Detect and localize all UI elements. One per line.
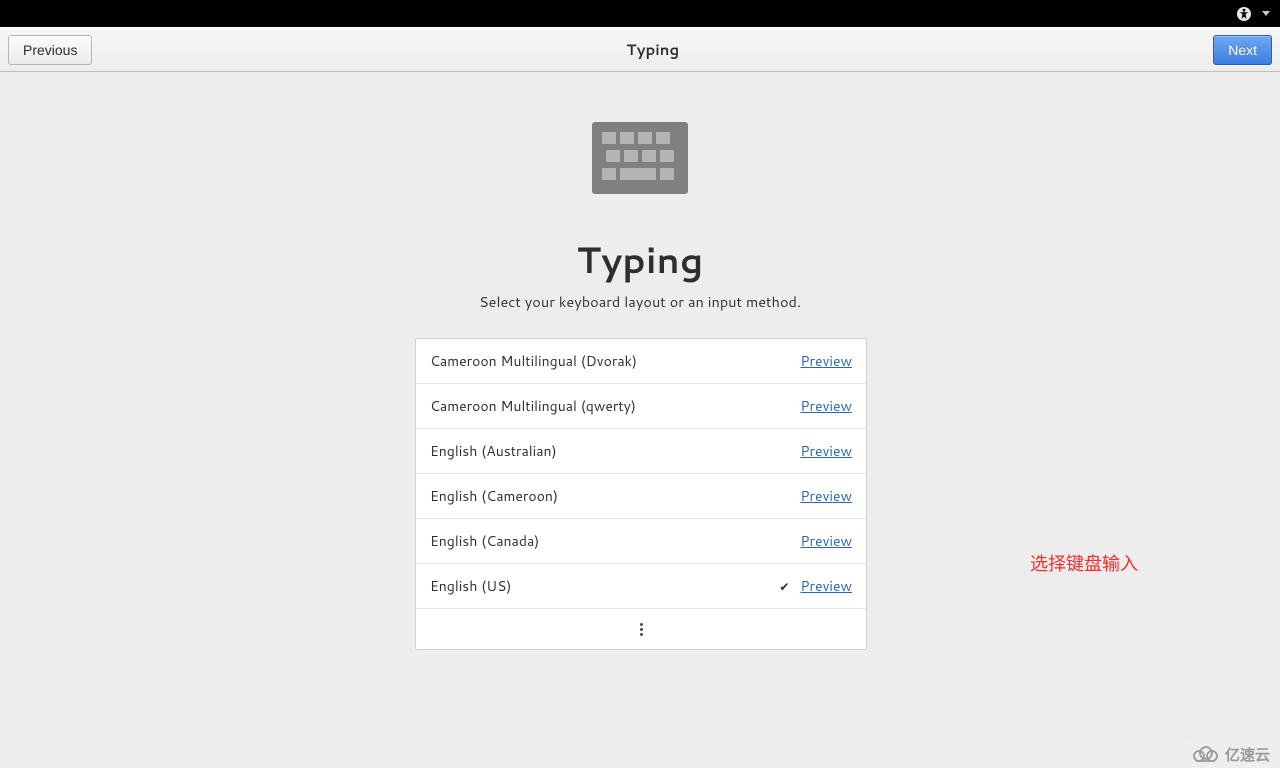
keyboard-layout-list: Cameroon Multilingual (Dvorak)PreviewCam… <box>415 338 867 650</box>
preview-link[interactable]: Preview <box>800 486 852 506</box>
layout-row[interactable]: Cameroon Multilingual (Dvorak) Preview <box>416 339 866 384</box>
layout-row[interactable]: English (Canada) Preview <box>416 519 866 564</box>
layout-label: English (Cameroon) <box>430 486 776 506</box>
topbar-status-area[interactable] <box>1236 6 1270 22</box>
watermark: 亿速云 <box>1185 740 1280 768</box>
checkmark-icon: ✔ <box>776 578 792 595</box>
watermark-text: 亿速云 <box>1225 744 1270 765</box>
preview-link[interactable]: Preview <box>800 351 852 371</box>
page-subtitle: Select your keyboard layout or an input … <box>415 291 865 312</box>
accessibility-icon[interactable] <box>1236 6 1252 22</box>
layout-row[interactable]: Cameroon Multilingual (qwerty) Preview <box>416 384 866 429</box>
layout-label: English (Australian) <box>430 441 776 461</box>
preview-link[interactable]: Preview <box>800 576 852 596</box>
layout-label: Cameroon Multilingual (qwerty) <box>430 396 776 416</box>
preview-link[interactable]: Preview <box>800 441 852 461</box>
layout-label: English (US) <box>430 576 776 596</box>
more-icon <box>640 623 643 636</box>
headerbar: Previous Typing Next <box>0 27 1280 72</box>
preview-link[interactable]: Preview <box>800 531 852 551</box>
page-heading: Typing <box>415 234 865 285</box>
annotation-text: 选择键盘输入 <box>1030 550 1138 576</box>
layout-row[interactable]: English (US)✔ Preview <box>416 564 866 609</box>
keyboard-icon <box>592 122 688 194</box>
cloud-icon <box>1191 745 1219 763</box>
layout-label: English (Canada) <box>430 531 776 551</box>
system-topbar <box>0 0 1280 27</box>
layout-row[interactable]: English (Cameroon) Preview <box>416 474 866 519</box>
next-button[interactable]: Next <box>1213 35 1272 65</box>
content-area: Typing Select your keyboard layout or an… <box>0 72 1280 768</box>
layout-row[interactable]: English (Australian) Preview <box>416 429 866 474</box>
layout-label: Cameroon Multilingual (Dvorak) <box>430 351 776 371</box>
preview-link[interactable]: Preview <box>800 396 852 416</box>
previous-button[interactable]: Previous <box>8 35 92 65</box>
headerbar-title: Typing <box>92 39 1213 60</box>
show-more-button[interactable] <box>416 609 866 649</box>
chevron-down-icon[interactable] <box>1262 11 1270 16</box>
